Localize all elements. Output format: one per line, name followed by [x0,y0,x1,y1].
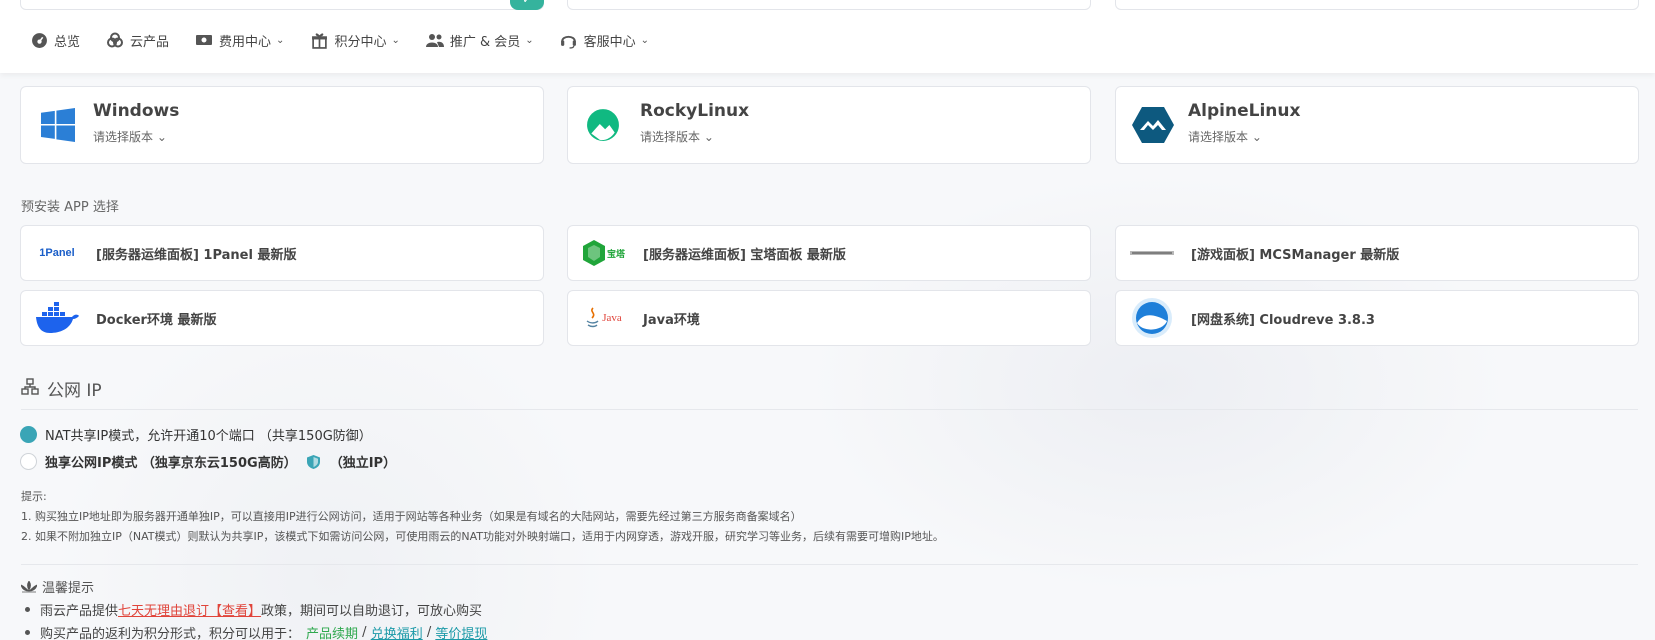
selected-check-icon: ✓ [510,0,544,10]
cash-withdraw-link[interactable]: 等价提现 [435,623,487,640]
peek-card [20,0,544,10]
chevron-down-icon: ⌄ [276,34,285,46]
rockylinux-logo-icon [586,106,624,144]
warm-tip-refund: 雨云产品提供 七天无理由退订【查看】 政策，期间可以自助退订，可放心购买 [25,600,482,619]
chevron-down-icon: ⌄ [700,130,714,144]
separator: / [422,625,436,640]
baota-logo-icon: 宝塔 [580,236,628,270]
nav-cloud-products[interactable]: 云产品 [106,28,169,52]
ip-option-label: 独享公网IP模式 （独享京东云150G高防） [45,456,297,471]
app-card-1panel[interactable]: 1Panel [服务器运维面板] 1Panel 最新版 [20,225,544,281]
app-card-docker[interactable]: Docker环境 最新版 [20,290,544,346]
nav-label: 总览 [54,34,81,50]
shield-icon [306,454,320,469]
text: 购买产品的返利为积分形式，积分可以用于： [40,627,301,640]
os-name: AlpineLinux [1188,101,1301,121]
nav-points[interactable]: 积分中心 ⌄ [310,28,400,52]
warm-tip-points: 购买产品的返利为积分形式，积分可以用于： 产品续期 / 兑换福利 / 等价提现 [25,623,487,640]
text: 雨云产品提供 [40,604,119,619]
headset-icon [560,31,578,49]
alpinelinux-logo-icon [1132,106,1174,144]
redeem-benefits-link[interactable]: 兑换福利 [371,623,423,640]
nav-label: 积分中心 [334,34,387,50]
peek-card [1115,0,1639,10]
app-name: [网盘系统] Cloudreve 3.8.3 [1191,313,1375,328]
ip-option-dedicated[interactable]: 独享公网IP模式 （独享京东云150G高防） （独立IP） [20,452,396,471]
radio-unselected[interactable] [20,453,37,470]
version-select[interactable]: 请选择版本 ⌄ [93,128,167,145]
public-ip-title: 公网 IP [21,376,102,401]
version-select[interactable]: 请选择版本 ⌄ [640,128,714,145]
nav-overview[interactable]: 总览 [30,28,80,52]
radio-selected[interactable] [20,426,37,443]
app-name: [服务器运维面板] 1Panel 最新版 [96,248,297,263]
tip-line: 2. 如果不附加独立IP（NAT模式）则默认为共享IP，该模式下如需访问公网，可… [21,530,944,543]
text: 政策，期间可以自助退订，可放心购买 [261,604,483,619]
app-card-java[interactable]: Java Java环境 [567,290,1091,346]
nav-label: 客服中心 [583,34,636,50]
billing-icon [195,31,213,49]
os-name: RockyLinux [640,101,750,121]
os-name: Windows [93,101,180,121]
refund-policy-link[interactable]: 七天无理由退订【查看】 [118,600,261,619]
app-card-mcsmanager[interactable]: [游戏面板] MCSManager 最新版 [1115,225,1639,281]
chevron-down-icon: ⌄ [391,34,400,46]
windows-logo-icon [39,106,77,144]
cloudreve-logo-icon [1128,298,1176,338]
chevron-down-icon: ⌄ [640,34,650,46]
os-card-rockylinux[interactable]: RockyLinux 请选择版本 ⌄ [567,86,1091,164]
gift-icon [310,31,328,49]
users-icon [425,31,444,49]
app-card-cloudreve[interactable]: [网盘系统] Cloudreve 3.8.3 [1115,290,1639,346]
peek-card [567,0,1091,10]
nav-label: 推广 & 会员 [449,34,521,50]
app-name: [游戏面板] MCSManager 最新版 [1191,248,1400,263]
chevron-down-icon: ⌄ [1248,130,1262,144]
os-card-windows[interactable]: Windows 请选择版本 ⌄ [20,86,544,164]
dashboard-icon [30,31,48,49]
ip-option-label: NAT共享IP模式，允许开通10个端口 （共享150G防御） [45,429,372,444]
os-card-alpinelinux[interactable]: AlpineLinux 请选择版本 ⌄ [1115,86,1639,164]
app-name: Java环境 [643,313,700,328]
lotus-icon [21,580,37,593]
java-logo-icon: Java [580,301,628,335]
tips-title: 提示: [21,490,47,503]
nav-promotion-membership[interactable]: 推广 & 会员 ⌄ [425,28,534,52]
scrolled-cards-peek: ✓ [0,0,1655,12]
network-icon [21,377,39,400]
warm-tips-title: 温馨提示 [21,577,94,596]
top-nav: ✓ 总览 云产品 费用中心 ⌄ 积分中心 ⌄ [0,0,1655,73]
version-select[interactable]: 请选择版本 ⌄ [1188,128,1262,145]
app-name: Docker环境 最新版 [96,313,217,328]
nav-label: 云产品 [130,34,170,50]
ip-option-suffix: （独立IP） [329,456,397,471]
apps-section-label: 预安装 APP 选择 [21,200,119,215]
divider [21,564,1638,565]
ip-option-nat[interactable]: NAT共享IP模式，允许开通10个端口 （共享150G防御） [20,425,372,444]
chevron-down-icon: ⌄ [153,130,167,144]
tip-line: 1. 购买独立IP地址即为服务器开通单独IP，可以直接用IP进行公网访问，适用于… [21,510,802,523]
divider [21,409,1638,410]
cloud-products-icon [106,31,124,49]
renewal-text: 产品续期 [306,627,359,640]
nav-label: 费用中心 [219,34,272,50]
1panel-logo-icon: 1Panel [39,247,75,259]
docker-logo-icon [33,301,81,335]
app-name: [服务器运维面板] 宝塔面板 最新版 [643,248,846,263]
warm-tips-title-text: 温馨提示 [42,581,95,596]
nav-billing[interactable]: 费用中心 ⌄ [195,28,284,52]
nav-support[interactable]: 客服中心 ⌄ [560,28,649,52]
separator: / [358,625,371,640]
chevron-down-icon: ⌄ [525,34,534,46]
public-ip-title-text: 公网 IP [47,381,102,401]
app-card-baota[interactable]: 宝塔 [服务器运维面板] 宝塔面板 最新版 [567,225,1091,281]
mcsmanager-logo-icon [1128,236,1176,270]
